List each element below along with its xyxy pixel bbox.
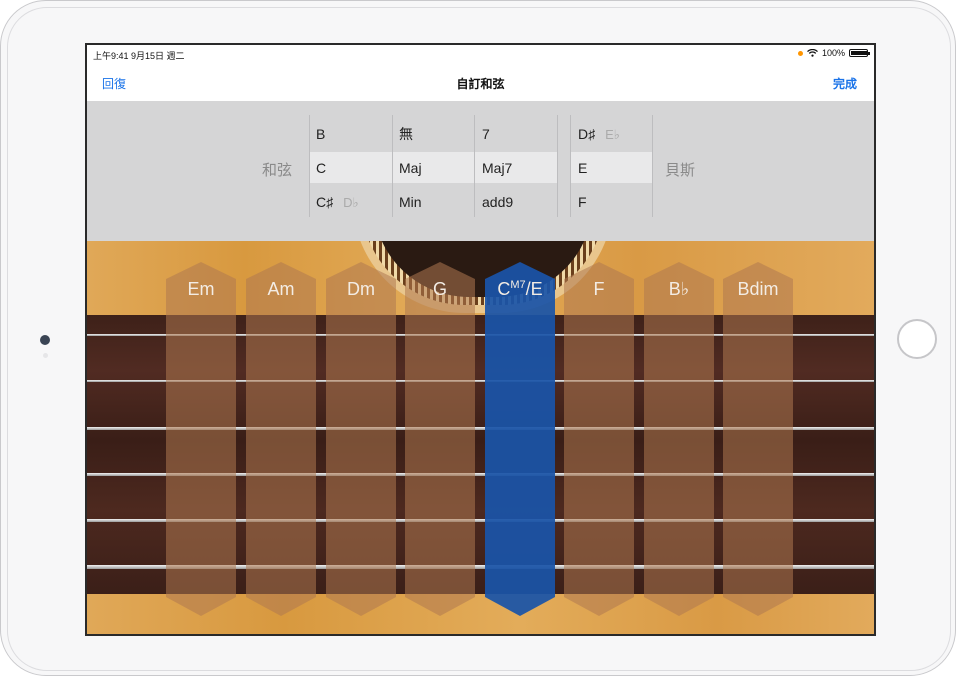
wifi-icon	[807, 49, 818, 57]
chord-label: CM7/E	[497, 279, 543, 299]
column-divider	[570, 115, 571, 217]
chord-label: Bdim	[737, 279, 779, 299]
chord-strip-3[interactable]	[326, 262, 396, 616]
ipad-frame: 上午9:41 9月15日 週二 100% 回復 自訂和弦 完成 和弦 貝斯 B …	[0, 0, 956, 676]
picker-item[interactable]: B	[316, 117, 359, 151]
battery-level	[851, 51, 868, 55]
chord-strip-2[interactable]	[246, 262, 316, 616]
battery-percent: 100%	[821, 48, 845, 58]
column-divider	[652, 115, 653, 217]
chord-strip-5[interactable]	[485, 262, 555, 616]
root-column[interactable]: B C C♯ D♭	[316, 117, 359, 219]
column-divider	[557, 115, 558, 217]
picker-item-selected[interactable]: C	[316, 151, 359, 185]
chord-label: Dm	[347, 279, 375, 299]
guitar-fretboard-area: Em Am Dm G CM7/E F B♭ Bdim	[87, 241, 874, 634]
ambient-sensor	[43, 353, 48, 358]
picker-item[interactable]: 7	[482, 117, 513, 151]
picker-item-selected[interactable]: Maj	[399, 151, 422, 185]
status-indicators: 100%	[797, 48, 870, 58]
chord-label: Em	[187, 279, 215, 299]
nav-bar: 回復 自訂和弦 完成	[87, 63, 874, 101]
bass-label: 貝斯	[665, 162, 696, 179]
done-button[interactable]: 完成	[833, 75, 857, 92]
page-title: 自訂和弦	[456, 77, 505, 91]
home-button[interactable]	[897, 319, 937, 359]
chord-label: F	[593, 279, 605, 299]
picker-item[interactable]: C♯ D♭	[316, 185, 359, 219]
chord-label: 和弦	[262, 162, 293, 179]
chord-strip-7[interactable]	[644, 262, 714, 616]
picker-item-selected[interactable]: Maj7	[482, 151, 513, 185]
picker-item[interactable]: add9	[482, 185, 513, 219]
chord-strip-8[interactable]	[723, 262, 793, 616]
column-divider	[309, 115, 310, 217]
column-divider	[392, 115, 393, 217]
front-camera	[40, 335, 50, 345]
chord-label: Am	[267, 279, 295, 299]
status-time-date: 上午9:41 9月15日 週二	[93, 51, 185, 61]
screen: 上午9:41 9月15日 週二 100% 回復 自訂和弦 完成 和弦 貝斯 B …	[85, 43, 876, 636]
picker-item[interactable]: D♯ E♭	[578, 117, 620, 151]
chord-label: G	[432, 279, 447, 299]
column-divider	[474, 115, 475, 217]
picker-item[interactable]: Min	[399, 185, 422, 219]
picker-item[interactable]: F	[578, 185, 620, 219]
chord-strip-4[interactable]	[405, 262, 475, 616]
picker-item-selected[interactable]: E	[578, 151, 620, 185]
chord-label: B♭	[668, 279, 690, 299]
extension-column[interactable]: 7 Maj7 add9	[482, 117, 513, 219]
status-bar: 上午9:41 9月15日 週二 100%	[87, 45, 874, 63]
bass-column[interactable]: D♯ E♭ E F	[578, 117, 620, 219]
chord-strip-1[interactable]	[166, 262, 236, 616]
recording-indicator-icon	[797, 50, 803, 56]
chord-picker[interactable]: 和弦 貝斯 B C C♯ D♭ 無 Maj Min 7 Maj7 add9 D♯…	[87, 101, 874, 241]
chord-strip-6[interactable]	[564, 262, 634, 616]
battery-icon	[849, 49, 870, 57]
picker-item[interactable]: 無	[399, 117, 422, 151]
type-column[interactable]: 無 Maj Min	[399, 117, 422, 219]
